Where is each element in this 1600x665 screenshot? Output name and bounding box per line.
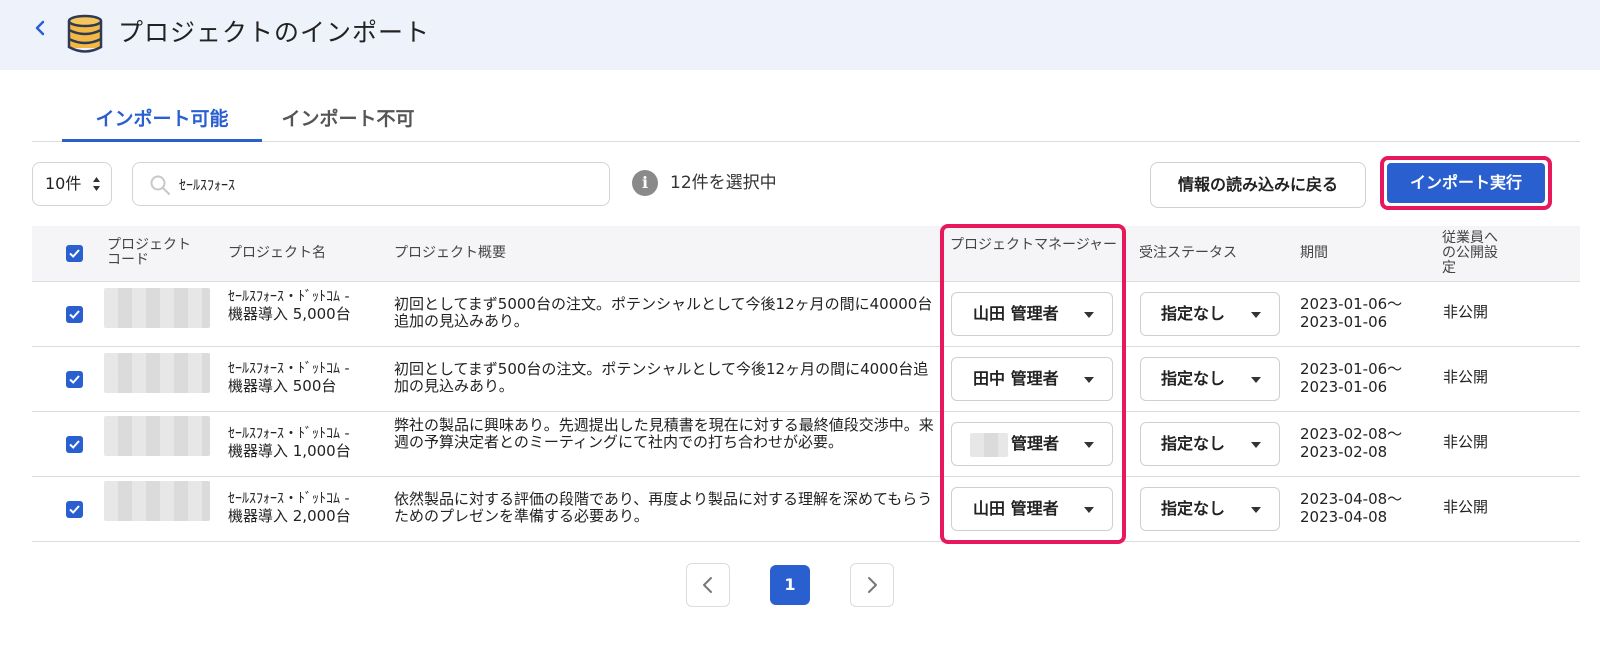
period-start: 2023-02-08〜 [1300,425,1403,443]
publish-setting: 非公開 [1443,303,1489,321]
order-status-value: 指定なし [1161,369,1226,388]
column-header-period: 期間 [1300,245,1328,261]
manager-value: 管理者 [1011,434,1060,453]
manager-value: 田中 管理者 [973,369,1059,388]
project-summary: 初回としてまず500台の注文。ポテンシャルとして今後12ヶ月の間に4000台追加… [394,360,929,395]
manager-dropdown[interactable]: 田中 管理者 [951,357,1113,401]
period-end: 2023-02-08 [1300,443,1388,461]
selected-count-text: 12件を選択中 [670,173,777,193]
check-icon [69,440,80,449]
order-status-value: 指定なし [1161,304,1226,323]
page-title: プロジェクトのインポート [118,18,431,47]
caret-down-icon [1251,442,1261,448]
redacted-manager-name [970,433,1008,457]
table-row: ｾｰﾙｽﾌｫｰｽ・ﾄﾞｯﾄｺﾑ - 機器導入 500台 初回としてまず500台の… [32,347,1580,412]
check-icon [69,505,80,514]
search-icon [150,175,170,195]
project-name-line1: ｾｰﾙｽﾌｫｰｽ・ﾄﾞｯﾄｺﾑ - [228,289,350,305]
select-all-checkbox[interactable] [66,245,83,262]
period-start: 2023-04-08〜 [1300,490,1403,508]
period-start: 2023-01-06〜 [1300,360,1403,378]
database-icon [66,14,104,54]
row-checkbox[interactable] [66,436,83,453]
caret-down-icon [1251,377,1261,383]
caret-down-icon [1084,312,1094,318]
row-checkbox[interactable] [66,306,83,323]
project-name-line1: ｾｰﾙｽﾌｫｰｽ・ﾄﾞｯﾄｺﾑ - [228,491,350,507]
table-row: ｾｰﾙｽﾌｫｰｽ・ﾄﾞｯﾄｺﾑ - 機器導入 1,000台 弊社の製品に興味あり… [32,412,1580,477]
period-end: 2023-01-06 [1300,313,1388,331]
order-status-dropdown[interactable]: 指定なし [1140,357,1280,401]
column-header-code: プロジェクト コード [107,237,191,268]
period-start: 2023-01-06〜 [1300,295,1403,313]
order-status-dropdown[interactable]: 指定なし [1140,487,1280,531]
manager-value: 山田 管理者 [973,499,1059,518]
page-number-button[interactable]: 1 [770,565,810,605]
column-header-manager: プロジェクトマネージャー [950,237,1118,253]
search-box [132,162,610,206]
table-header: プロジェクト コード プロジェクト名 プロジェクト概要 プロジェクトマネージャー… [32,226,1580,282]
redacted-project-code [104,353,210,393]
back-to-load-button[interactable]: 情報の読み込みに戻る [1150,162,1366,208]
tab-bar: インポート可能 インポート不可 [32,100,1580,142]
caret-down-icon [1084,507,1094,513]
prev-page-button[interactable] [686,563,730,607]
period-end: 2023-04-08 [1300,508,1388,526]
info-icon: i [632,170,658,196]
per-page-select[interactable]: 10件 [32,162,112,206]
check-icon [69,310,80,319]
project-summary: 初回としてまず5000台の注文。ポテンシャルとして今後12ヶ月の間に40000台… [394,295,933,330]
project-summary: 弊社の製品に興味あり。先週提出した見積書を現在に対する最終値段交渉中。来週の予算… [394,416,934,451]
per-page-value: 10件 [45,174,82,193]
next-page-button[interactable] [850,563,894,607]
row-checkbox[interactable] [66,371,83,388]
search-input[interactable] [179,171,599,199]
column-header-name: プロジェクト名 [228,245,326,261]
manager-value: 山田 管理者 [973,304,1059,323]
column-header-summary: プロジェクト概要 [394,245,506,261]
project-name-line2: 機器導入 2,000台 [228,507,351,525]
project-name-line1: ｾｰﾙｽﾌｫｰｽ・ﾄﾞｯﾄｺﾑ - [228,426,350,442]
order-status-value: 指定なし [1161,499,1226,518]
caret-down-icon [1084,442,1094,448]
column-header-status: 受注ステータス [1139,245,1237,261]
manager-dropdown[interactable]: 山田 管理者 [951,292,1113,336]
order-status-dropdown[interactable]: 指定なし [1140,422,1280,466]
table-row: ｾｰﾙｽﾌｫｰｽ・ﾄﾞｯﾄｺﾑ - 機器導入 2,000台 依然製品に対する評価… [32,477,1580,542]
sort-arrows-icon [93,177,100,191]
manager-dropdown[interactable]: 山田 管理者 [951,487,1113,531]
publish-setting: 非公開 [1443,433,1489,451]
table-row: ｾｰﾙｽﾌｫｰｽ・ﾄﾞｯﾄｺﾑ - 機器導入 5,000台 初回としてまず500… [32,282,1580,347]
project-name-line1: ｾｰﾙｽﾌｫｰｽ・ﾄﾞｯﾄｺﾑ - [228,361,350,377]
manager-dropdown[interactable]: 管理者 [951,422,1113,466]
period-end: 2023-01-06 [1300,378,1388,396]
import-execute-button[interactable]: インポート実行 [1387,163,1545,203]
project-name-line2: 機器導入 500台 [228,377,337,395]
publish-setting: 非公開 [1443,498,1489,516]
chevron-right-icon [868,577,877,593]
caret-down-icon [1084,377,1094,383]
row-checkbox[interactable] [66,501,83,518]
caret-down-icon [1251,312,1261,318]
caret-down-icon [1251,507,1261,513]
redacted-project-code [104,416,210,456]
check-icon [69,375,80,384]
tab-not-importable[interactable]: インポート不可 [264,100,432,142]
column-header-publish: 従業員への公開設定 [1442,230,1498,276]
publish-setting: 非公開 [1443,368,1489,386]
project-summary: 依然製品に対する評価の段階であり、再度より製品に対する理解を深めてもらうためのプ… [394,490,933,525]
order-status-dropdown[interactable]: 指定なし [1140,292,1280,336]
tab-importable[interactable]: インポート可能 [62,100,262,142]
order-status-value: 指定なし [1161,434,1226,453]
back-chevron-icon[interactable] [30,18,50,46]
project-name-line2: 機器導入 5,000台 [228,305,351,323]
project-name-line2: 機器導入 1,000台 [228,442,351,460]
page-header: プロジェクトのインポート [0,0,1600,70]
redacted-project-code [104,481,210,521]
chevron-left-icon [703,577,712,593]
check-icon [69,249,80,258]
redacted-project-code [104,288,210,328]
